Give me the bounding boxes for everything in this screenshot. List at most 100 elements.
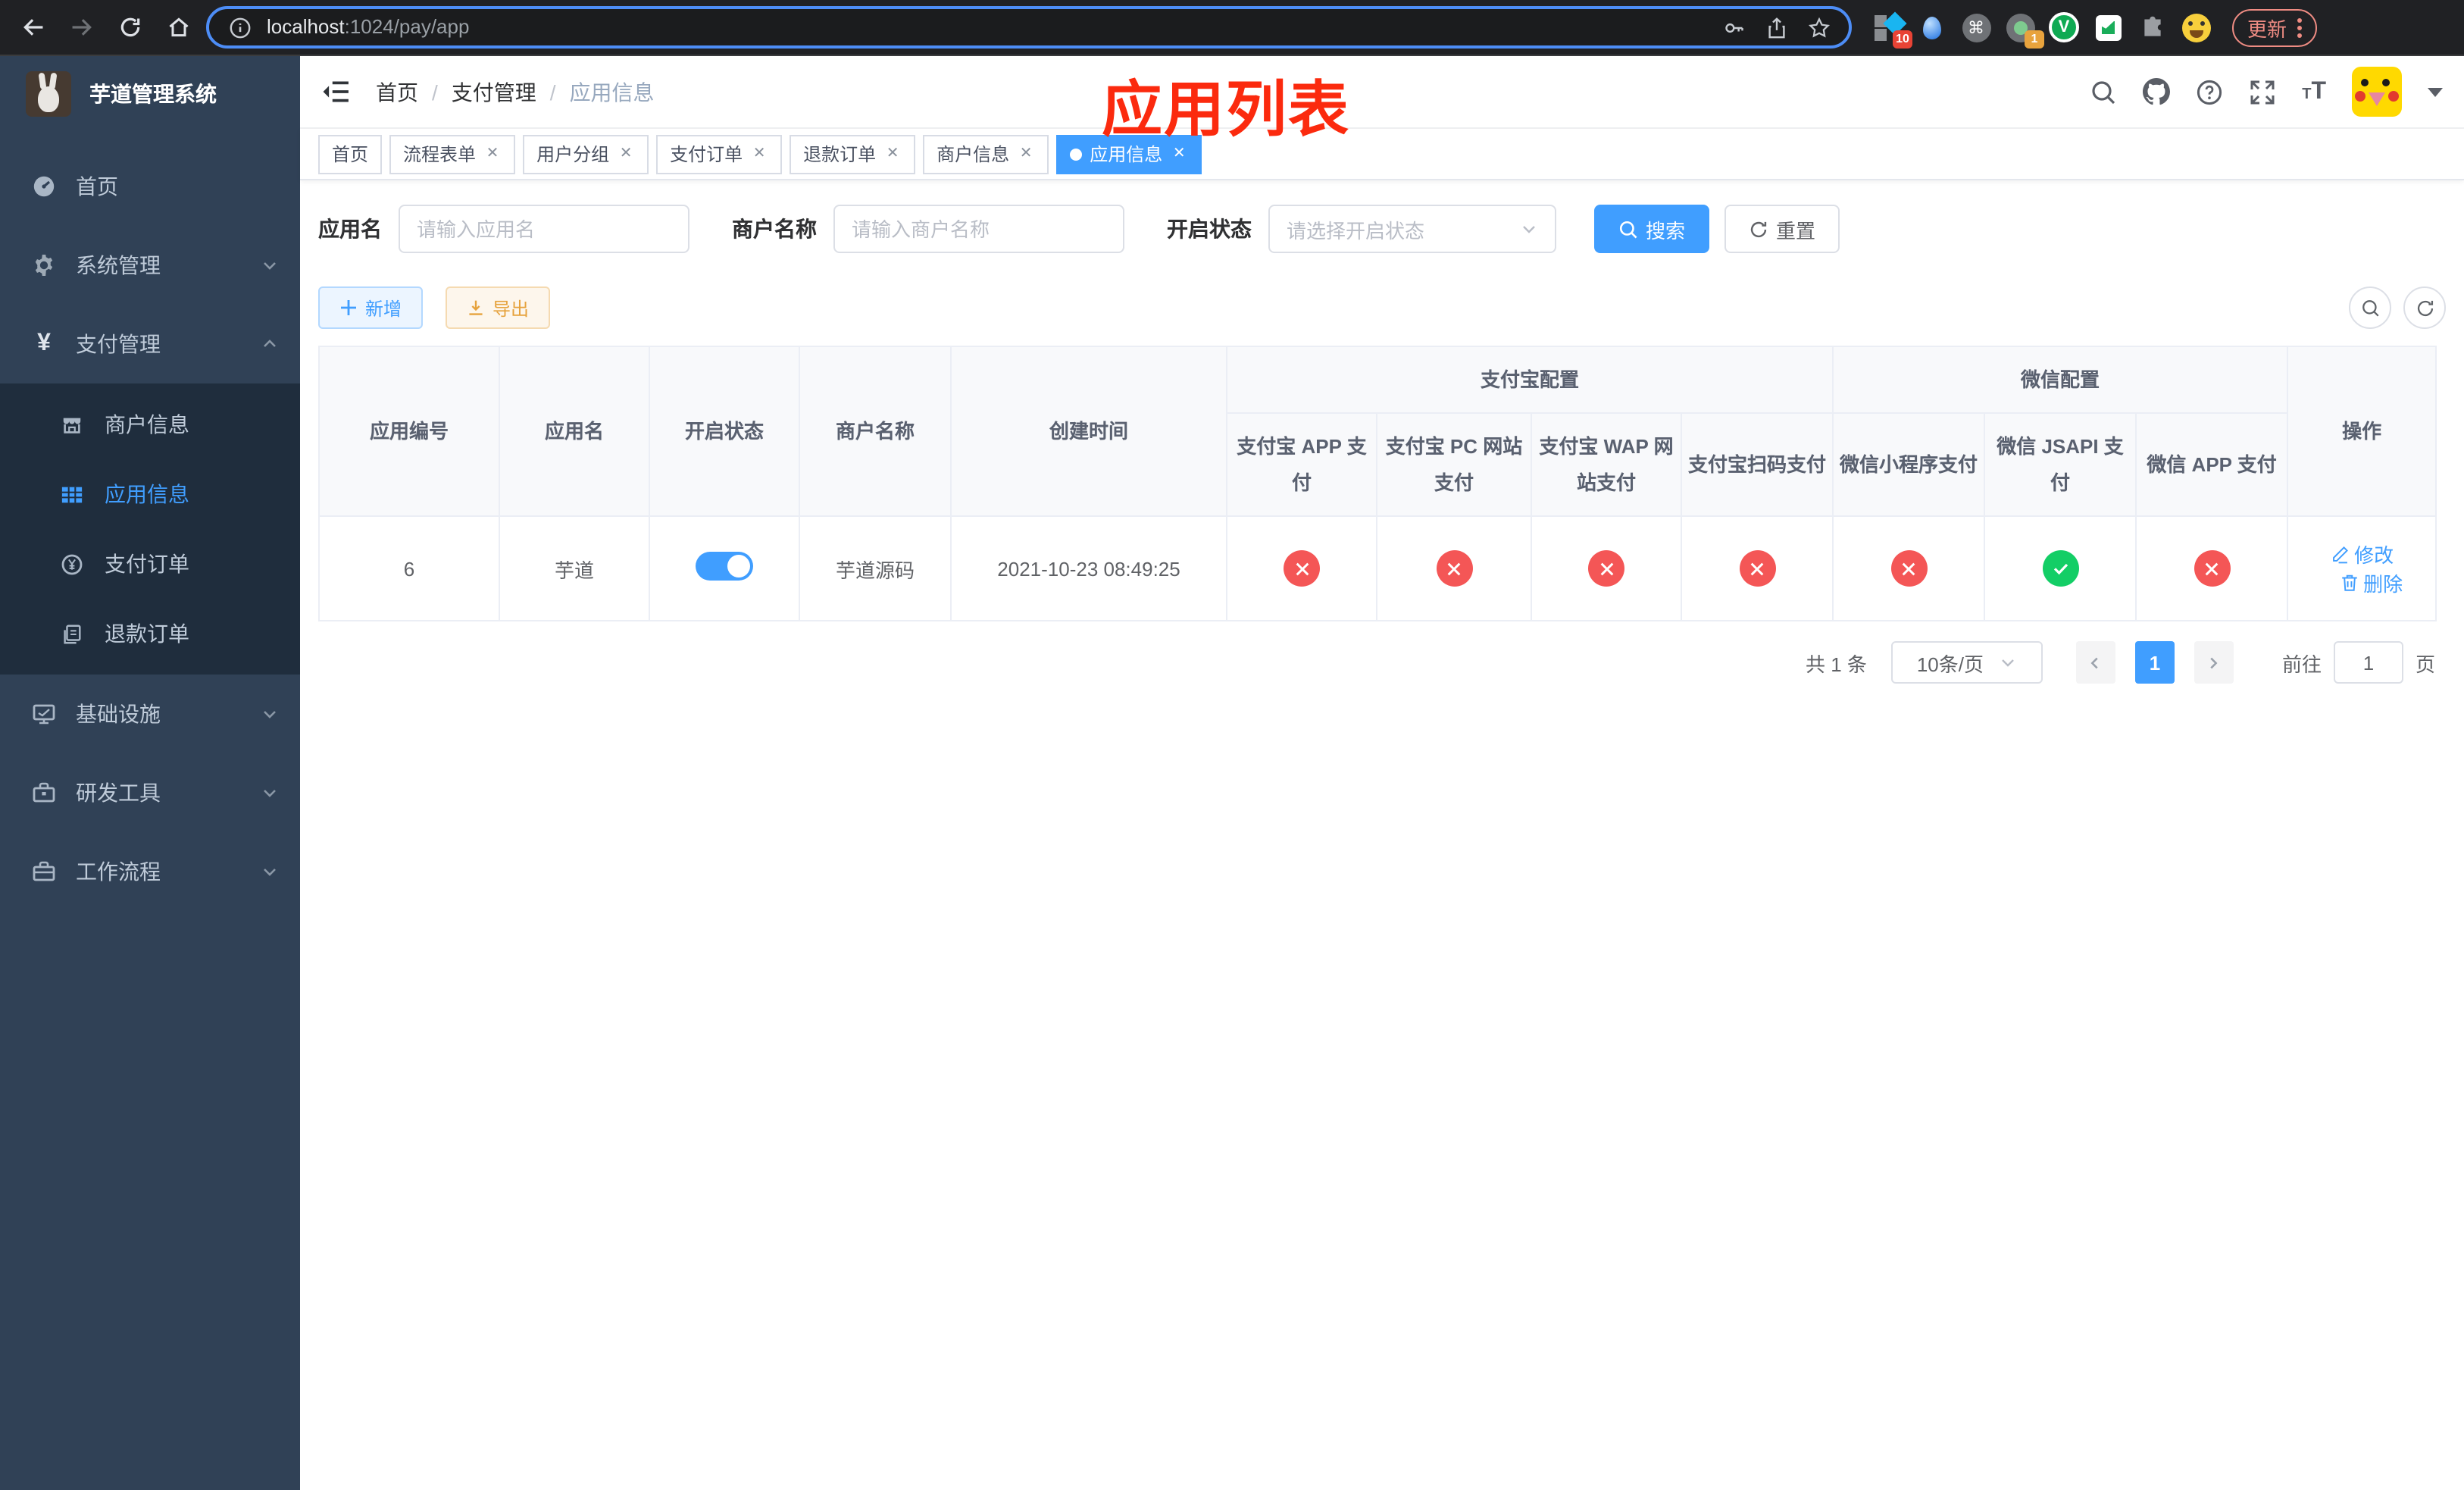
col-alipay-pc: 支付宝 PC 网站支付 [1376,412,1532,518]
tab-user-group[interactable]: 用户分组 ✕ [523,134,649,174]
reload-icon[interactable] [109,6,152,49]
fullscreen-icon[interactable] [2249,78,2276,105]
chevron-down-icon [261,862,279,881]
tab-refund-orders[interactable]: 退款订单 ✕ [790,134,916,174]
screen: localhost:1024/pay/app 10 ⌘ 1 V 更新 芋道管理系… [0,0,2464,1490]
chevron-down-icon [261,705,279,723]
pinned-grid-extension-icon[interactable]: 10 [1873,11,1912,49]
status-label: 开启状态 [1167,217,1252,241]
sidebar-item-system[interactable]: 系统管理 [0,226,300,305]
cell-status [649,515,800,622]
add-button[interactable]: 新增 [318,286,424,329]
sidebar-item-dev-tools[interactable]: 研发工具 [0,753,300,832]
page-size-select[interactable]: 10条/页 [1890,641,2043,684]
dashboard-icon [32,174,56,199]
col-alipay-app: 支付宝 APP 支付 [1226,412,1377,518]
tab-close-icon[interactable]: ✕ [1170,146,1188,162]
url-text[interactable]: localhost:1024/pay/app [267,14,469,41]
site-info-icon[interactable] [224,12,255,42]
sidebar-item-infrastructure[interactable]: 基础设施 [0,675,300,753]
sidebar-item-workflow[interactable]: 工作流程 [0,832,300,911]
tab-home[interactable]: 首页 [318,134,383,174]
help-icon[interactable] [2196,78,2223,105]
col-app-id: 应用编号 [318,345,500,518]
back-icon[interactable] [12,6,55,49]
sidebar-item-app-info[interactable]: 应用信息 [0,459,300,529]
sidebar: 芋道管理系统 首页 系统管理 ¥ 支付管理 商户信息 应用信息 支付订单 退款订… [0,56,300,1490]
recorder-extension-icon[interactable]: 1 [2005,12,2044,49]
sidebar-item-home[interactable]: 首页 [0,147,300,226]
avatar-caret-icon[interactable] [2428,87,2443,96]
green-chart-extension-icon[interactable] [2093,12,2123,42]
browser-menu-icon[interactable] [2297,17,2303,37]
sidebar-item-pay-orders[interactable]: 支付订单 [0,529,300,599]
app-name-input[interactable] [399,205,689,253]
sidebar-menu: 首页 系统管理 ¥ 支付管理 商户信息 应用信息 支付订单 退款订单 基础设施 … [0,132,300,911]
next-page-button[interactable] [2194,641,2234,684]
v-extension-icon[interactable]: V [2049,12,2079,42]
edit-link[interactable]: 修改 [2330,540,2394,568]
address-bar[interactable]: localhost:1024/pay/app [206,6,1852,49]
sidebar-item-payment[interactable]: ¥ 支付管理 [0,305,300,383]
goto-label: 前往 [2281,653,2322,676]
tab-merchant-info[interactable]: 商户信息 ✕ [923,134,1049,174]
col-alipay-qr: 支付宝扫码支付 [1680,412,1834,518]
balloon-extension-icon[interactable] [1917,12,1947,42]
total-count: 共 1 条 [1806,653,1867,676]
goto-suffix: 页 [2415,653,2435,676]
share-icon[interactable] [1761,12,1791,42]
prev-page-button[interactable] [2075,641,2115,684]
breadcrumb-payment[interactable]: 支付管理 [452,77,536,107]
app-logo[interactable]: 芋道管理系统 [0,56,300,132]
refresh-button[interactable] [2403,286,2446,329]
delete-link[interactable]: 删除 [2339,568,2403,597]
user-avatar[interactable] [2352,67,2402,117]
tab-close-icon[interactable]: ✕ [483,146,502,162]
tab-close-icon[interactable]: ✕ [883,146,902,162]
breadcrumb-home[interactable]: 首页 [376,77,418,107]
col-alipay-wap: 支付宝 WAP 网站支付 [1531,412,1682,518]
grid-table-icon [61,483,83,506]
export-button[interactable]: 导出 [446,286,551,329]
font-size-icon[interactable]: TT [2302,78,2326,105]
goto-page-input[interactable] [2333,641,2403,684]
yen-icon: ¥ [37,330,51,356]
forward-icon[interactable] [61,6,103,49]
page-number-button[interactable]: 1 [2134,641,2175,684]
bookmark-star-icon[interactable] [1803,12,1834,42]
page-content: 应用名 商户名称 开启状态 请选择开启状态 搜索 [300,180,2464,684]
github-icon[interactable] [2143,78,2171,105]
merchant-name-input[interactable] [833,205,1124,253]
toolbox-icon [32,781,56,805]
status-x-icon [1588,550,1624,587]
reset-button[interactable]: 重置 [1724,205,1840,253]
menu-fold-icon[interactable] [321,77,352,107]
sidebar-item-refund-orders[interactable]: 退款订单 [0,599,300,668]
status-select[interactable]: 请选择开启状态 [1268,205,1556,253]
home-icon[interactable] [158,6,200,49]
tab-pay-orders[interactable]: 支付订单 ✕ [656,134,783,174]
toggle-search-button[interactable] [2349,286,2391,329]
browser-update-button[interactable]: 更新 [2232,8,2318,46]
status-x-icon [1436,550,1472,587]
status-x-icon [1739,550,1775,587]
extensions-puzzle-icon[interactable] [2137,12,2167,42]
tab-process-form[interactable]: 流程表单 ✕ [389,134,516,174]
sidebar-item-merchant-info[interactable]: 商户信息 [0,390,300,459]
documents-icon [61,622,83,645]
tab-app-info[interactable]: 应用信息 ✕ [1056,134,1202,174]
app-header: 首页 / 支付管理 / 应用信息 T T [300,56,2464,129]
tab-close-icon[interactable]: ✕ [750,146,768,162]
command-extension-icon[interactable]: ⌘ [1961,12,1991,42]
shop-icon [61,413,83,436]
header-search-icon[interactable] [2090,78,2117,105]
cell-actions: 修改 删除 [2287,515,2437,622]
pagination: 共 1 条 10条/页 1 前往 页 [318,641,2435,684]
enabled-toggle[interactable] [696,552,753,581]
tab-close-icon[interactable]: ✕ [617,146,635,162]
status-x-icon [2194,550,2231,587]
search-button[interactable]: 搜索 [1594,205,1710,253]
tab-close-icon[interactable]: ✕ [1017,146,1035,162]
password-key-icon[interactable] [1718,12,1749,42]
profile-avatar-icon[interactable] [2181,12,2211,42]
